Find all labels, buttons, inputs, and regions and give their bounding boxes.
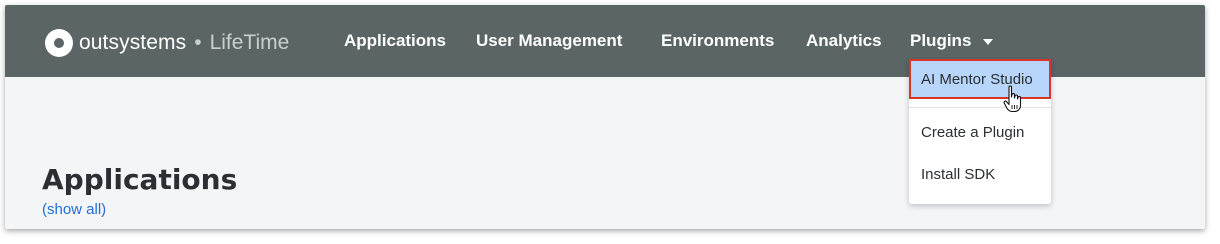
- nav-user-management[interactable]: User Management: [476, 31, 622, 51]
- menu-item-label: Create a Plugin: [921, 124, 1025, 141]
- outsystems-logo-icon: [45, 29, 73, 57]
- show-all-link[interactable]: (show all): [42, 201, 106, 218]
- menu-item-ai-mentor-studio[interactable]: AI Mentor Studio: [909, 59, 1051, 99]
- brand-name: outsystems: [79, 31, 187, 54]
- brand-separator: •: [194, 31, 202, 54]
- hand-pointer-icon: [1003, 85, 1022, 113]
- nav-analytics[interactable]: Analytics: [806, 31, 882, 51]
- chevron-down-icon: [983, 38, 994, 45]
- nav-applications[interactable]: Applications: [344, 31, 446, 51]
- nav-plugins-label: Plugins: [910, 31, 972, 50]
- brand-product: LifeTime: [209, 31, 290, 54]
- app-window: outsystems • LifeTime Applications User …: [5, 5, 1205, 229]
- menu-divider: [909, 107, 1051, 108]
- nav-environments[interactable]: Environments: [661, 31, 774, 51]
- page-title: Applications: [42, 163, 238, 196]
- menu-item-label: Install SDK: [921, 166, 996, 183]
- brand[interactable]: outsystems • LifeTime: [45, 29, 289, 57]
- plugins-dropdown-menu: AI Mentor Studio Create a Plugin Install…: [909, 59, 1051, 204]
- nav-plugins[interactable]: Plugins: [910, 31, 994, 51]
